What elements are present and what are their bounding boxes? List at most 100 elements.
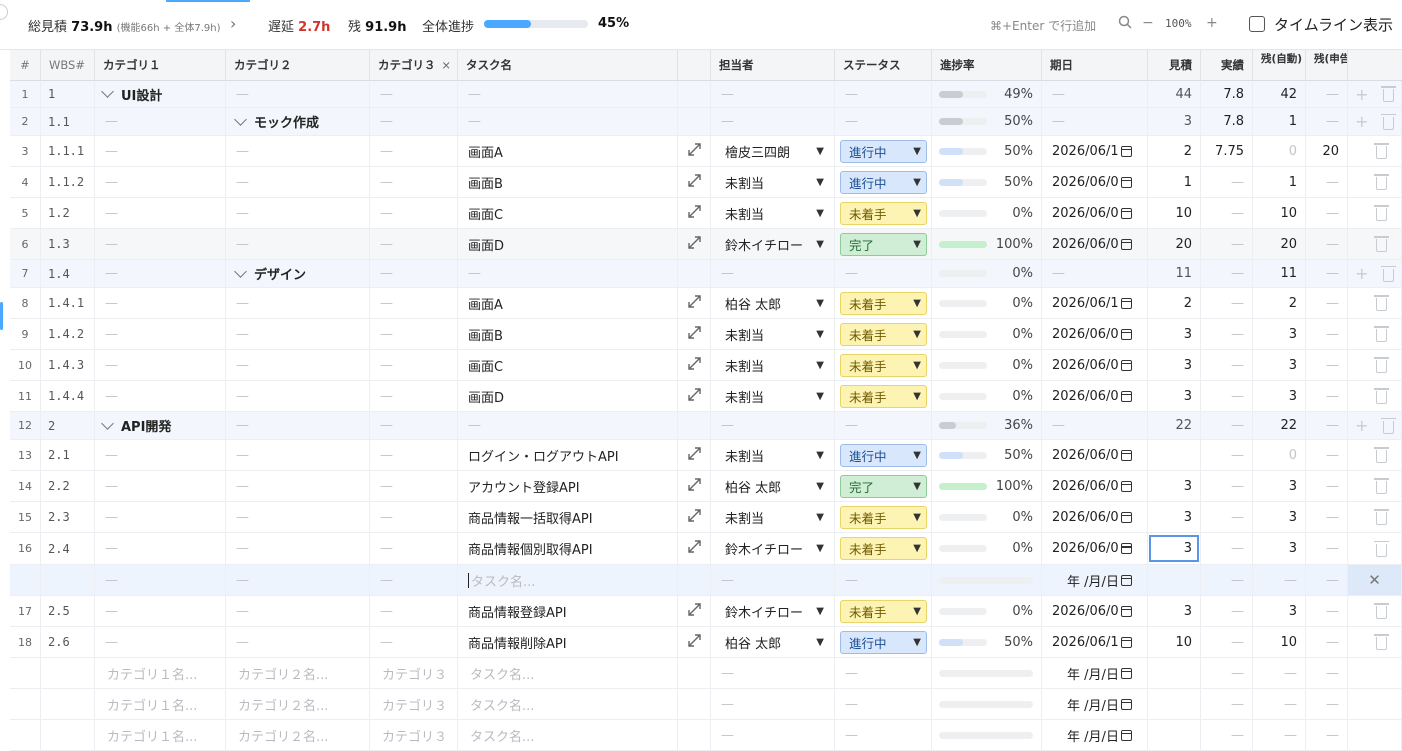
category1-placeholder-input[interactable]: カテゴリ１名... [95, 720, 226, 750]
expand-icon[interactable] [687, 204, 701, 222]
add-child-icon[interactable]: + [1355, 112, 1368, 131]
assignee-select[interactable]: 未割当 ▼ [715, 442, 830, 468]
due-date-input[interactable]: 2026/06/0 [1042, 471, 1148, 501]
delete-icon[interactable] [1380, 417, 1396, 434]
due-date-input[interactable]: 2026/06/0 [1042, 198, 1148, 228]
task-name[interactable]: 商品情報一括取得API [458, 502, 678, 532]
delete-icon[interactable] [1374, 478, 1389, 494]
assignee-select[interactable]: 鈴木イチロー ▼ [715, 536, 830, 562]
task-name[interactable]: ログイン・ログアウトAPI [458, 440, 678, 470]
chevron-down-icon[interactable] [234, 264, 247, 278]
assignee-select[interactable]: 未割当 ▼ [715, 321, 830, 347]
header-actual[interactable]: 実績 [1201, 50, 1253, 81]
estimate-input[interactable]: 10 [1148, 198, 1201, 228]
calendar-icon[interactable] [1120, 297, 1132, 309]
task-placeholder-input[interactable]: タスク名... [458, 720, 678, 750]
expand-icon[interactable] [687, 540, 701, 557]
status-select[interactable]: 未着手 ▼ [840, 505, 927, 529]
calendar-icon[interactable] [1120, 328, 1132, 340]
calendar-icon[interactable] [1120, 238, 1132, 250]
task-name[interactable]: 商品情報登録API [458, 596, 678, 626]
estimate-input[interactable]: 1 [1148, 167, 1201, 197]
category3-placeholder-input[interactable]: カテゴリ３ [370, 720, 458, 750]
calendar-icon[interactable] [1120, 667, 1132, 679]
estimate-input[interactable]: 3 [1148, 350, 1201, 380]
remaining-reported-input[interactable]: — [1306, 596, 1348, 626]
chevron-right-icon[interactable]: › [230, 14, 236, 33]
estimate-input[interactable] [1148, 565, 1201, 595]
calendar-icon[interactable] [1120, 698, 1132, 710]
expand-icon[interactable] [687, 477, 701, 495]
header-remaining-reported[interactable]: 残(申告) [1306, 50, 1348, 81]
delete-icon[interactable] [1374, 295, 1389, 311]
calendar-icon[interactable] [1120, 359, 1132, 371]
estimate-input[interactable]: 3 [1148, 596, 1201, 626]
category1-placeholder-input[interactable]: カテゴリ１名... [95, 658, 226, 688]
due-date-input[interactable]: 2026/06/0 [1042, 350, 1148, 380]
group-title[interactable]: UI設計 [95, 81, 226, 107]
due-date-input[interactable]: 2026/06/0 [1042, 502, 1148, 532]
estimate-input[interactable] [1148, 720, 1201, 750]
remaining-reported-input[interactable]: 20 [1306, 136, 1348, 166]
estimate-input[interactable]: 10 [1148, 627, 1201, 657]
delete-icon[interactable] [1374, 205, 1389, 221]
close-icon[interactable]: × [441, 50, 451, 81]
expand-icon[interactable] [687, 356, 701, 374]
estimate-input[interactable]: 3 [1148, 471, 1201, 501]
status-select[interactable]: 進行中 ▼ [840, 443, 927, 467]
status-select[interactable]: 進行中 ▼ [840, 170, 927, 194]
task-name[interactable]: アカウント登録API [458, 471, 678, 501]
due-date-input[interactable]: 年 /月/日 [1042, 720, 1148, 750]
timeline-checkbox[interactable] [1249, 16, 1265, 32]
zoom-in-icon[interactable]: + [1206, 15, 1218, 31]
due-date-input[interactable]: 年 /月/日 [1042, 565, 1148, 595]
calendar-icon[interactable] [1120, 729, 1132, 741]
task-name[interactable]: 画面C [458, 198, 678, 228]
calendar-icon[interactable] [1120, 511, 1132, 523]
close-icon[interactable]: ✕ [1368, 571, 1381, 589]
task-name[interactable]: 画面B [458, 167, 678, 197]
header-progress[interactable]: 進捗率 [932, 50, 1042, 81]
add-child-icon[interactable]: + [1355, 264, 1368, 283]
chevron-down-icon[interactable] [234, 112, 247, 126]
add-child-icon[interactable]: + [1355, 416, 1368, 435]
assignee-select[interactable]: 檜皮三四朗 ▼ [715, 138, 830, 164]
due-date-input[interactable]: 2026/06/0 [1042, 167, 1148, 197]
estimate-input[interactable]: 2 [1148, 288, 1201, 318]
due-date-input[interactable]: 2026/06/1 [1042, 288, 1148, 318]
status-select[interactable]: 未着手 ▼ [840, 537, 927, 560]
status-select[interactable]: 未着手 ▼ [840, 353, 927, 377]
chevron-down-icon[interactable] [101, 85, 114, 98]
estimate-input[interactable]: 3 [1148, 502, 1201, 532]
delete-icon[interactable] [1374, 236, 1389, 252]
delete-icon[interactable] [1374, 509, 1389, 525]
task-name[interactable]: 画面B [458, 319, 678, 349]
estimate-input[interactable]: 20 [1148, 229, 1201, 259]
calendar-icon[interactable] [1120, 145, 1132, 157]
category2-placeholder-input[interactable]: カテゴリ２名... [226, 689, 370, 719]
task-name[interactable]: 商品情報削除API [458, 627, 678, 657]
timeline-label[interactable]: タイムライン表示 [1274, 14, 1393, 35]
group-title[interactable]: モック作成 [226, 108, 370, 135]
remaining-reported-input[interactable]: — [1306, 198, 1348, 228]
status-select[interactable]: 進行中 ▼ [840, 139, 927, 163]
expand-icon[interactable] [687, 633, 701, 651]
header-due[interactable]: 期日 [1042, 50, 1148, 81]
remaining-reported-input[interactable]: — [1306, 502, 1348, 532]
remaining-reported-input[interactable]: — [1306, 167, 1348, 197]
search-icon[interactable] [1118, 15, 1132, 33]
status-select[interactable]: 未着手 ▼ [840, 599, 927, 623]
delete-icon[interactable] [1374, 326, 1389, 342]
assignee-select[interactable]: 未割当 ▼ [715, 383, 830, 409]
task-placeholder-input[interactable]: タスク名... [458, 658, 678, 688]
calendar-icon[interactable] [1120, 449, 1132, 461]
task-name[interactable]: 画面A [458, 136, 678, 166]
calendar-icon[interactable] [1120, 207, 1132, 219]
expand-icon[interactable] [687, 602, 701, 620]
estimate-input[interactable] [1148, 658, 1201, 688]
assignee-select[interactable]: 未割当 ▼ [715, 504, 830, 530]
header-status[interactable]: ステータス [835, 50, 932, 81]
header-estimate[interactable]: 見積 [1148, 50, 1201, 81]
task-name-input[interactable]: タスク名... [458, 565, 678, 595]
calendar-icon[interactable] [1120, 636, 1132, 648]
